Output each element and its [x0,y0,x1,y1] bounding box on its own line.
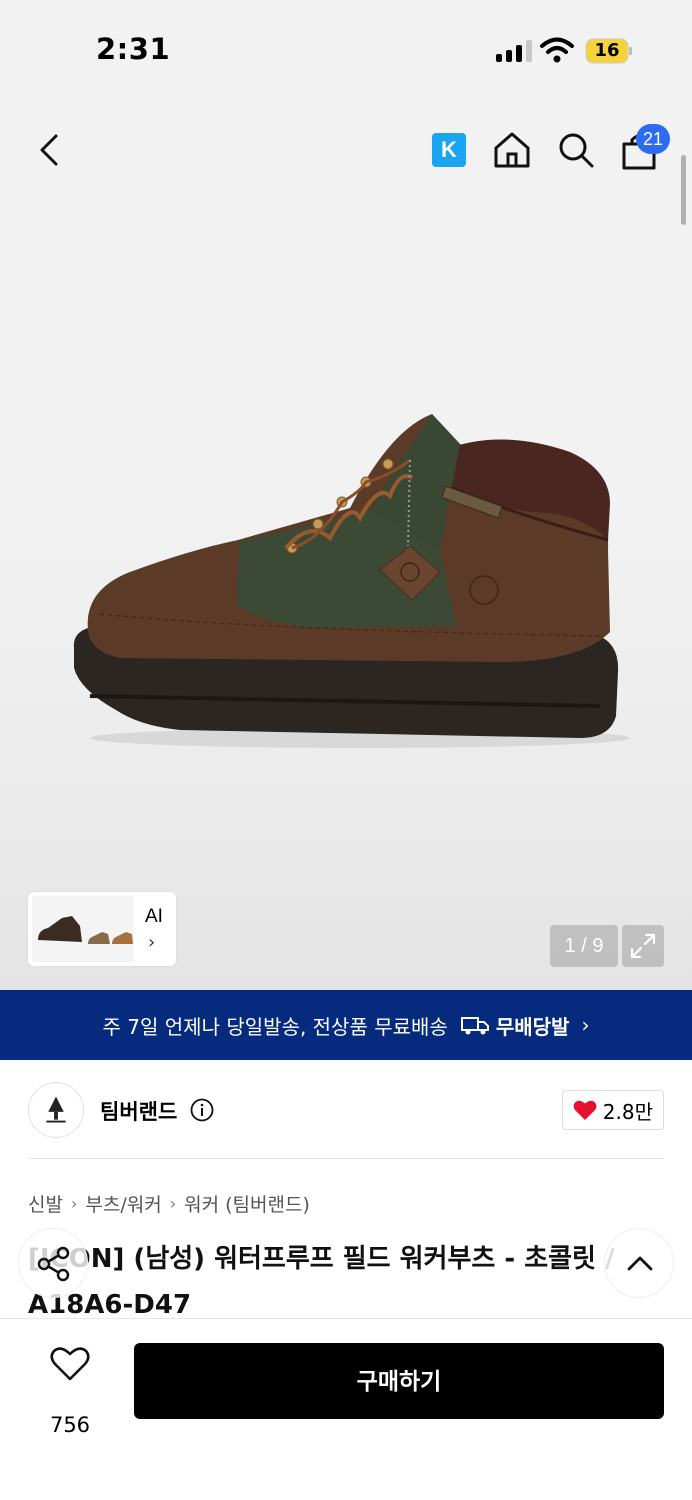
chevron-right-icon: › [148,932,156,953]
chevron-up-icon [627,1256,653,1271]
chevron-right-icon: › [581,1013,590,1037]
brand-like-count: 2.8만 [602,1099,653,1124]
wishlist-button[interactable]: 756 [40,1345,100,1437]
info-icon[interactable] [190,1098,214,1122]
shipping-banner[interactable]: 주 7일 언제나 당일발송, 전상품 무료배송 무배당발 › [0,990,692,1060]
home-icon[interactable] [492,130,532,170]
product-gallery[interactable]: K 21 AI › 1 / 9 [0,100,692,990]
brand-like-button[interactable]: 2.8만 [561,1090,664,1130]
breadcrumb-item[interactable]: 신발 [28,1190,63,1217]
brand-name[interactable]: 팀버랜드 [100,1096,177,1126]
chevron-right-icon: › [169,1194,177,1213]
k-badge-icon[interactable]: K [432,133,466,167]
back-arrow-icon[interactable] [30,130,70,170]
share-icon [37,1246,70,1282]
wifi-icon [540,37,574,63]
chevron-right-icon: › [70,1194,78,1213]
heart-outline-icon [50,1347,90,1381]
brand-logo[interactable] [28,1082,84,1138]
divider [28,1158,664,1159]
thumbnail-image [32,896,134,962]
status-time: 2:31 [96,32,171,66]
share-button[interactable] [18,1228,88,1298]
banner-brand-label: 무배당발 [495,1014,570,1039]
breadcrumb: 신발 › 부츠/워커 › 워커 (팀버랜드) [28,1190,310,1217]
ai-recommendation-card[interactable]: AI › [28,892,176,966]
search-icon[interactable] [556,130,596,170]
banner-text: 주 7일 언제나 당일발송, 전상품 무료배송 [102,1014,448,1039]
truck-icon [460,1017,489,1035]
wishlist-count: 756 [49,1413,91,1437]
heart-filled-icon [573,1100,597,1120]
product-image [73,414,630,748]
status-bar: 2:31 16 [0,0,692,100]
image-counter: 1 / 9 [550,925,618,967]
breadcrumb-item[interactable]: 부츠/워커 [85,1190,161,1217]
ai-label: AI [145,906,163,927]
cart-count-badge: 21 [636,124,670,154]
cellular-signal-icon [496,40,532,62]
bottom-action-bar: 756 구매하기 [0,1318,692,1500]
battery-level: 16 [594,40,620,61]
breadcrumb-item[interactable]: 워커 (팀버랜드) [184,1190,310,1217]
expand-icon[interactable] [622,925,664,967]
scroll-to-top-button[interactable] [604,1228,674,1298]
buy-button[interactable]: 구매하기 [134,1343,664,1419]
scroll-indicator[interactable] [681,155,686,225]
product-title: [ICON] (남성) 워터프루프 필드 워커부츠 - 초콜릿 / A18A6-… [28,1244,615,1320]
banner-brand: 무배당발 [460,1011,570,1040]
brand-row[interactable]: 팀버랜드 2.8만 [28,1080,664,1140]
